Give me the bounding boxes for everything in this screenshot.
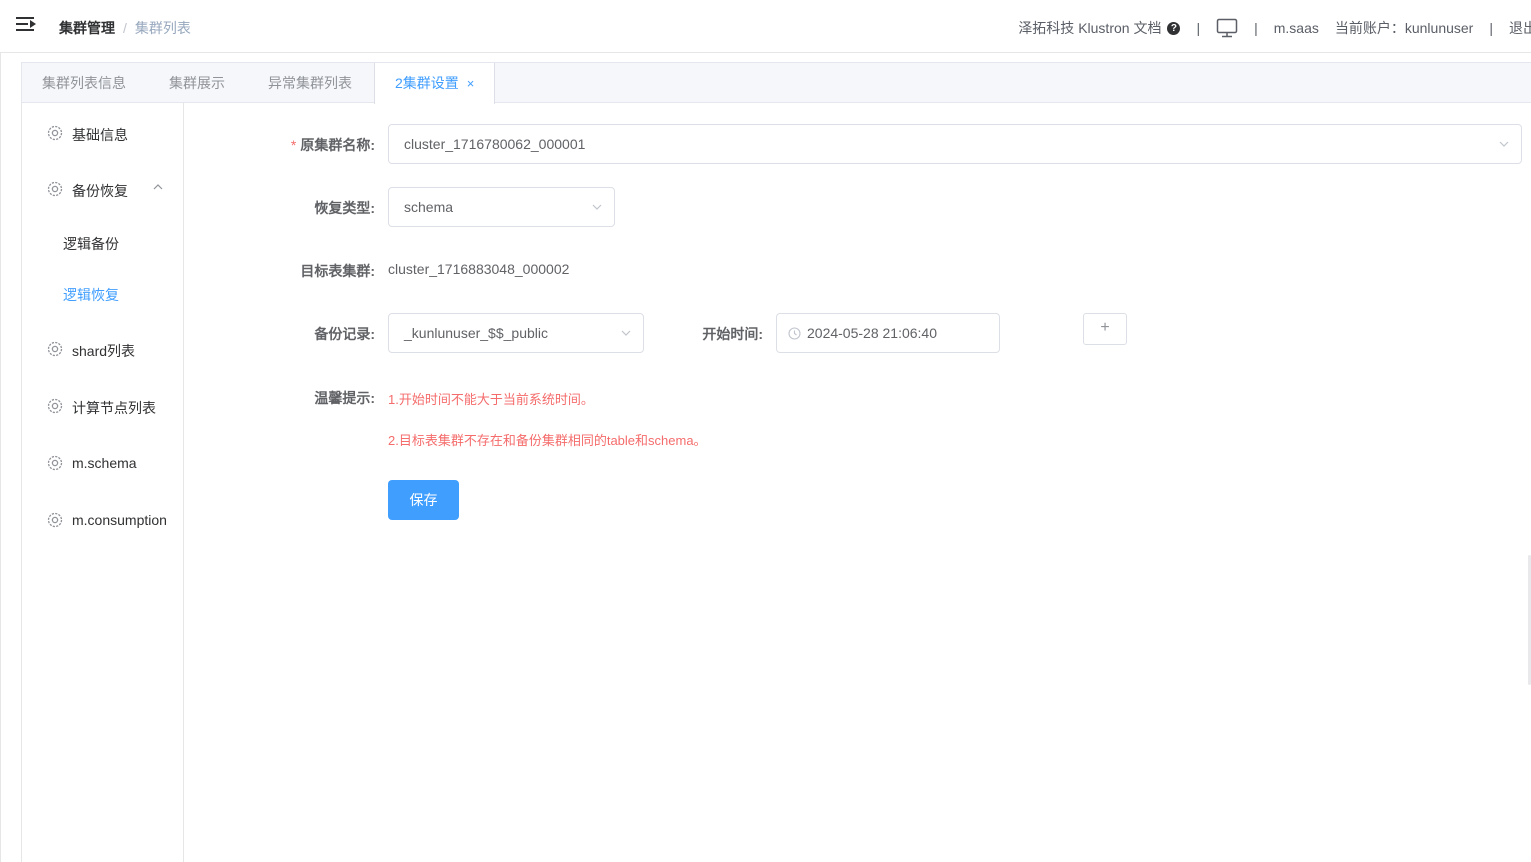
sidebar-item-m-schema[interactable]: m.schema (22, 453, 184, 473)
sidebar-item-label: 备份恢复 (72, 183, 128, 199)
help-icon[interactable]: ? (1167, 21, 1181, 35)
tab-cluster-settings-label: 2集群设置 (395, 75, 459, 91)
required-mark: * (290, 137, 297, 153)
sidebar-subitem-logical-restore[interactable]: 逻辑恢复 (63, 285, 119, 305)
tip-line-2: 2.目标表集群不存在和备份集群相同的table和schema。 (388, 433, 707, 448)
chevron-down-icon (592, 204, 602, 210)
sidebar-item-m-consumption[interactable]: m.consumption (22, 510, 184, 530)
start-time-label: 开始时间: (702, 326, 763, 342)
breadcrumb-cluster-list: 集群列表 (134, 20, 191, 36)
breadcrumb-cluster-management[interactable]: 集群管理 (59, 20, 115, 36)
chevron-down-icon (621, 330, 631, 336)
source-cluster-label-text: 原集群名称: (300, 137, 375, 153)
docs-link[interactable]: 泽拓科技 Klustron 文档 (1018, 18, 1161, 38)
logout-link[interactable]: 退出登录 (1509, 18, 1531, 38)
sidebar-subitem-logical-backup[interactable]: 逻辑备份 (63, 234, 119, 254)
target-cluster-value: cluster_1716883048_000002 (388, 261, 570, 277)
gear-icon (47, 398, 63, 414)
source-cluster-value: cluster_1716780062_000001 (404, 136, 586, 152)
settings-sidebar: 基础信息 备份恢复 逻辑备份 逻辑恢复 shard列表 计算节点列表 m.sch… (21, 103, 184, 862)
breadcrumb: 集群管理 / 集群列表 (59, 18, 191, 38)
tab-cluster-display[interactable]: 集群展示 (169, 63, 225, 103)
top-navbar: 集群管理 / 集群列表 泽拓科技 Klustron 文档 ? | | m.saas … (0, 0, 1531, 53)
saas-link[interactable]: m.saas (1274, 20, 1319, 36)
tab-cluster-settings[interactable]: 2集群设置 × (374, 63, 496, 104)
restore-type-select[interactable]: schema (388, 187, 615, 227)
gear-icon (47, 181, 63, 197)
sidebar-item-label: m.consumption (72, 512, 167, 528)
monitor-icon[interactable] (1216, 18, 1238, 38)
start-time-value: 2024-05-28 21:06:40 (807, 325, 937, 341)
backup-record-label: 备份记录: (314, 326, 375, 342)
clock-icon (788, 327, 801, 340)
divider: | (1196, 20, 1201, 36)
gear-icon (47, 455, 63, 471)
gear-icon (47, 512, 63, 528)
sidebar-item-label: shard列表 (72, 343, 136, 359)
source-cluster-label: * 原集群名称: (291, 135, 375, 155)
tip-line-1: 1.开始时间不能大于当前系统时间。 (388, 392, 594, 407)
sidebar-item-basic-info[interactable]: 基础信息 (22, 123, 184, 143)
page-left-border (0, 0, 1, 862)
sidebar-item-compute-node-list[interactable]: 计算节点列表 (22, 396, 184, 416)
gear-icon (47, 341, 63, 357)
close-icon[interactable]: × (467, 76, 475, 91)
restore-type-value: schema (404, 199, 454, 215)
menu-toggle-icon[interactable] (16, 16, 36, 34)
breadcrumb-separator: / (123, 20, 127, 36)
divider: | (1254, 20, 1258, 36)
sidebar-item-label: m.schema (72, 455, 137, 471)
account-label: 当前账户： (1334, 20, 1405, 36)
sidebar-item-backup-restore[interactable]: 备份恢复 (22, 179, 184, 199)
tab-abnormal-cluster-list[interactable]: 异常集群列表 (268, 63, 352, 103)
gear-icon (47, 125, 63, 141)
divider: | (1489, 20, 1493, 36)
tip-label: 温馨提示: (314, 390, 375, 406)
account-name: kunlunuser (1404, 20, 1474, 36)
backup-record-value: _kunlunuser_$$_public (404, 325, 548, 341)
save-button[interactable]: 保存 (388, 480, 459, 520)
backup-record-select[interactable]: _kunlunuser_$$_public (388, 313, 644, 353)
top-right-actions: 泽拓科技 Klustron 文档 ? | | m.saas 当前账户： kunl… (1018, 18, 1531, 38)
sidebar-item-label: 基础信息 (72, 127, 128, 143)
add-row-button[interactable]: + (1083, 313, 1127, 345)
chevron-up-icon (153, 184, 163, 190)
tab-bar: 集群列表信息 集群展示 异常集群列表 2集群设置 × (21, 62, 1531, 104)
start-time-picker[interactable]: 2024-05-28 21:06:40 (776, 313, 1000, 353)
sidebar-item-label: 计算节点列表 (72, 400, 156, 416)
chevron-down-icon (1499, 141, 1509, 147)
restore-type-label: 恢复类型: (314, 200, 375, 216)
source-cluster-select[interactable]: cluster_1716780062_000001 (388, 124, 1522, 164)
target-cluster-label: 目标表集群: (300, 263, 375, 279)
sidebar-item-shard-list[interactable]: shard列表 (22, 339, 184, 359)
tab-cluster-list-info[interactable]: 集群列表信息 (42, 63, 126, 103)
